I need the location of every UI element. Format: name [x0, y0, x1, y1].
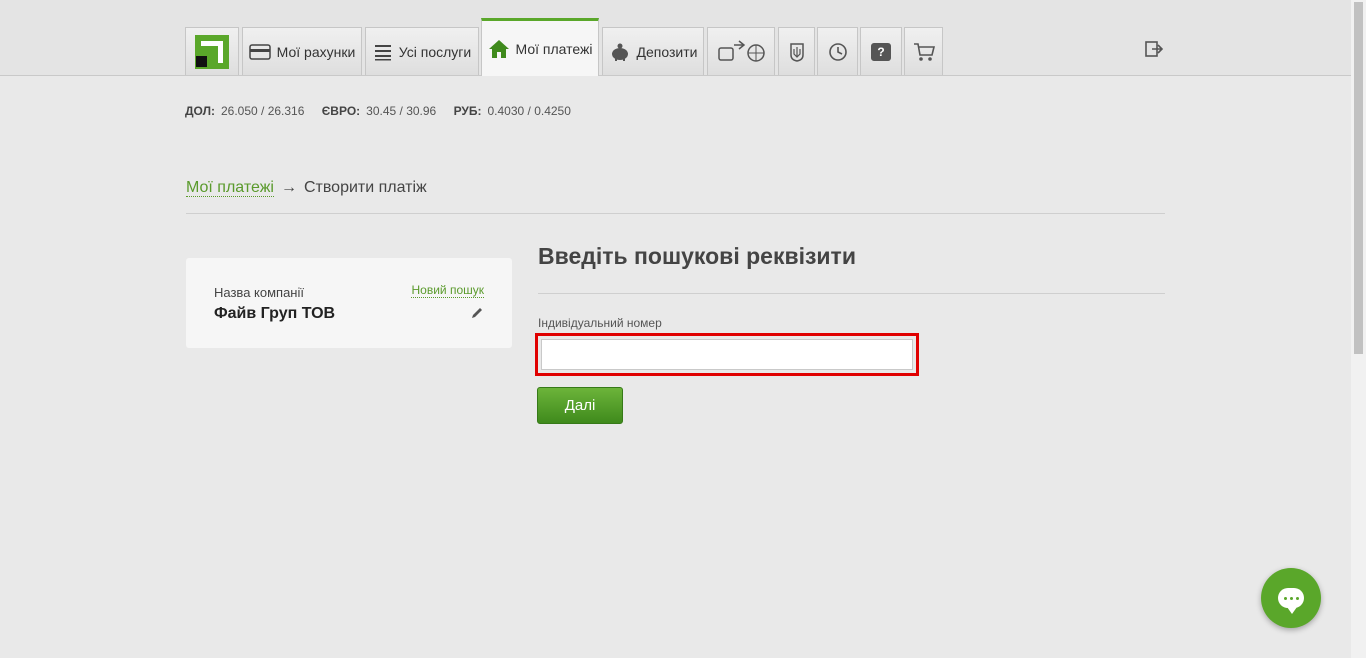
scrollbar-thumb[interactable] [1354, 2, 1363, 354]
tab-help[interactable]: ? [860, 27, 902, 75]
eur-label: ЄВРО: [321, 104, 361, 118]
tab-label: Мої рахунки [276, 43, 356, 60]
home-logo-link[interactable] [185, 27, 239, 75]
next-button[interactable]: Далі [537, 387, 623, 424]
tab-label: Депозити [636, 43, 698, 60]
rub-label: РУБ: [453, 104, 482, 118]
card-icon [248, 43, 271, 60]
tab-government-services[interactable] [778, 27, 815, 75]
chat-button[interactable] [1261, 568, 1321, 628]
new-search-link[interactable]: Новий пошук [411, 283, 484, 298]
breadcrumb-arrow: → [280, 179, 297, 196]
usd-label: ДОЛ: [185, 104, 215, 118]
tab-transport-travel[interactable] [707, 27, 775, 75]
tab-label: Мої платежі [515, 40, 593, 57]
eur-rate: 30.45 / 30.96 [366, 104, 437, 118]
individual-number-highlight [535, 333, 919, 376]
tab-shop[interactable] [904, 27, 943, 75]
chat-icon [1278, 588, 1304, 614]
tab-all-services[interactable]: Усі послуги [365, 27, 479, 75]
divider [186, 213, 1165, 214]
company-label: Назва компанії [214, 285, 304, 300]
breadcrumb: Мої платежі → Створити платіж [186, 179, 427, 197]
usd-rate: 26.050 / 26.316 [221, 104, 305, 118]
ukraine-emblem-icon [789, 42, 804, 62]
vertical-scrollbar[interactable] [1351, 0, 1366, 658]
company-card: Назва компанії Файв Груп ТОВ Новий пошук [186, 258, 512, 348]
piggy-bank-icon [611, 43, 628, 61]
tab-label: Усі послуги [398, 43, 472, 60]
help-icon: ? [871, 42, 891, 61]
company-name: Файв Груп ТОВ [214, 305, 336, 322]
breadcrumb-my-payments-link[interactable]: Мої платежі [186, 179, 274, 197]
list-icon [374, 44, 391, 60]
individual-number-label: Індивідуальний номер [538, 316, 662, 330]
transport-icon [718, 39, 765, 62]
form-divider [538, 293, 1165, 294]
exchange-rates: ДОЛ: 26.050 / 26.316 ЄВРО: 30.45 / 30.96 Р… [185, 104, 585, 118]
rub-rate: 0.4030 / 0.4250 [487, 104, 571, 118]
tab-history[interactable] [817, 27, 858, 75]
individual-number-input[interactable] [541, 339, 913, 370]
logout-icon [1145, 41, 1164, 57]
pencil-icon [472, 308, 482, 318]
help-glyph: ? [877, 44, 885, 59]
tab-my-accounts[interactable]: Мої рахунки [242, 27, 362, 75]
cart-icon [913, 42, 935, 61]
breadcrumb-current: Створити платіж [303, 179, 427, 196]
home-icon [488, 39, 509, 58]
tab-deposits[interactable]: Депозити [602, 27, 704, 75]
top-navigation: Мої рахунки Усі послуги Мої платежі Депо… [0, 0, 1351, 76]
edit-button[interactable] [470, 306, 484, 323]
logout-button[interactable] [1145, 40, 1164, 58]
history-icon [828, 42, 847, 61]
privatbank-logo-icon [195, 34, 229, 69]
tab-my-payments[interactable]: Мої платежі [481, 18, 599, 76]
form-title: Введіть пошукові реквізити [538, 243, 856, 269]
